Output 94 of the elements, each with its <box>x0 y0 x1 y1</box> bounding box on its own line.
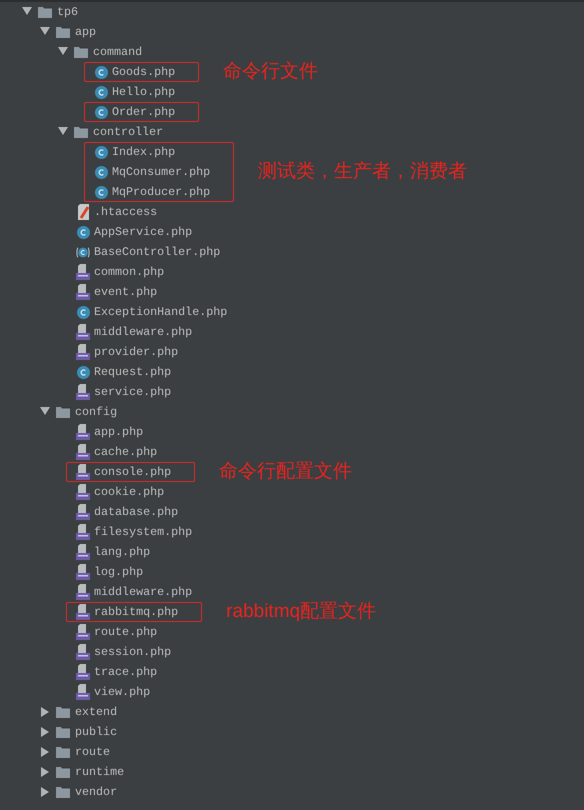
class-icon <box>76 226 90 238</box>
tree-item[interactable]: route <box>75 742 110 762</box>
class-icon <box>94 106 108 118</box>
tree-item[interactable]: runtime <box>75 762 124 782</box>
php-file-icon <box>76 564 90 580</box>
tree-item[interactable]: BaseController.php <box>94 242 220 262</box>
php-file-icon <box>76 504 90 520</box>
folder-icon <box>56 26 70 38</box>
tree-item[interactable]: MqProducer.php <box>112 182 210 202</box>
folder-icon <box>74 126 88 138</box>
tree-item[interactable]: command <box>93 42 142 62</box>
tree-item[interactable]: app.php <box>94 422 144 442</box>
caret-down-icon[interactable] <box>58 47 68 57</box>
class-icon <box>94 66 108 78</box>
tree-item[interactable]: common.php <box>94 262 164 282</box>
file-icon <box>76 204 90 220</box>
folder-icon <box>74 46 88 58</box>
tree-item[interactable]: event.php <box>94 282 158 302</box>
php-file-icon <box>76 644 90 660</box>
caret-right-icon[interactable] <box>40 727 50 737</box>
tree-item[interactable]: app <box>75 22 96 42</box>
tree-item[interactable]: service.php <box>94 382 172 402</box>
tree-item[interactable]: public <box>75 722 118 742</box>
caret-down-icon[interactable] <box>40 407 50 417</box>
tree-item[interactable]: middleware.php <box>94 322 192 342</box>
php-file-icon <box>76 344 90 360</box>
php-file-icon <box>76 624 90 640</box>
class-icon <box>76 246 90 258</box>
tree-item[interactable]: config <box>75 402 118 422</box>
php-file-icon <box>76 684 90 700</box>
php-file-icon <box>76 284 90 300</box>
folder-icon <box>38 6 52 18</box>
tree-item[interactable]: database.php <box>94 502 178 522</box>
class-icon <box>94 86 108 98</box>
php-file-icon <box>76 484 90 500</box>
folder-icon <box>56 766 70 778</box>
php-file-icon <box>76 604 90 620</box>
tree-item[interactable]: cookie.php <box>94 482 164 502</box>
tree-item[interactable]: tp6 <box>57 2 78 22</box>
tree-item[interactable]: vendor <box>75 782 118 802</box>
caret-right-icon[interactable] <box>40 707 50 717</box>
php-file-icon <box>76 524 90 540</box>
php-file-icon <box>76 464 90 480</box>
folder-icon <box>56 406 70 418</box>
caret-right-icon[interactable] <box>40 747 50 757</box>
php-file-icon <box>76 584 90 600</box>
tree-item[interactable]: .htaccess <box>94 202 158 222</box>
tree-item[interactable]: log.php <box>94 562 144 582</box>
php-file-icon <box>76 324 90 340</box>
tree-item[interactable]: cache.php <box>94 442 158 462</box>
php-file-icon <box>76 424 90 440</box>
folder-icon <box>56 706 70 718</box>
annotation-note: 命令行配置文件 <box>219 460 352 484</box>
caret-down-icon[interactable] <box>58 127 68 137</box>
tree-item[interactable]: trace.php <box>94 662 158 682</box>
php-file-icon <box>76 544 90 560</box>
class-icon <box>94 146 108 158</box>
tree-item[interactable]: provider.php <box>94 342 178 362</box>
folder-icon <box>56 786 70 798</box>
tree-item[interactable]: controller <box>93 122 164 142</box>
tree-item[interactable]: extend <box>75 702 118 722</box>
annotation-note: 测试类，生产者，消费者 <box>258 160 468 184</box>
caret-down-icon[interactable] <box>22 7 32 17</box>
annotation-note: 命令行文件 <box>223 60 318 84</box>
php-file-icon <box>76 664 90 680</box>
tree-item[interactable]: ExceptionHandle.php <box>94 302 228 322</box>
caret-right-icon[interactable] <box>40 787 50 797</box>
class-icon <box>94 166 108 178</box>
folder-icon <box>56 726 70 738</box>
caret-down-icon[interactable] <box>40 27 50 37</box>
class-icon <box>76 366 90 378</box>
folder-icon <box>56 746 70 758</box>
php-file-icon <box>76 264 90 280</box>
tree-item[interactable]: AppService.php <box>94 222 192 242</box>
tree-item[interactable]: console.php <box>94 462 172 482</box>
tree-item[interactable]: Request.php <box>94 362 172 382</box>
class-icon <box>94 186 108 198</box>
annotation-note: rabbitmq配置文件 <box>226 600 376 624</box>
php-file-icon <box>76 444 90 460</box>
tree-item[interactable]: MqConsumer.php <box>112 162 210 182</box>
tree-item[interactable]: filesystem.php <box>94 522 192 542</box>
tree-item[interactable]: Hello.php <box>112 82 176 102</box>
tree-item[interactable]: session.php <box>94 642 172 662</box>
tree-item[interactable]: Goods.php <box>112 62 176 82</box>
tree-item[interactable]: Index.php <box>112 142 176 162</box>
php-file-icon <box>76 384 90 400</box>
tree-item[interactable]: view.php <box>94 682 150 702</box>
tree-item[interactable]: rabbitmq.php <box>94 602 178 622</box>
class-icon <box>76 306 90 318</box>
tree-item[interactable]: middleware.php <box>94 582 192 602</box>
tree-item[interactable]: Order.php <box>112 102 176 122</box>
caret-right-icon[interactable] <box>40 767 50 777</box>
tree-item[interactable]: lang.php <box>94 542 150 562</box>
tree-item[interactable]: route.php <box>94 622 158 642</box>
